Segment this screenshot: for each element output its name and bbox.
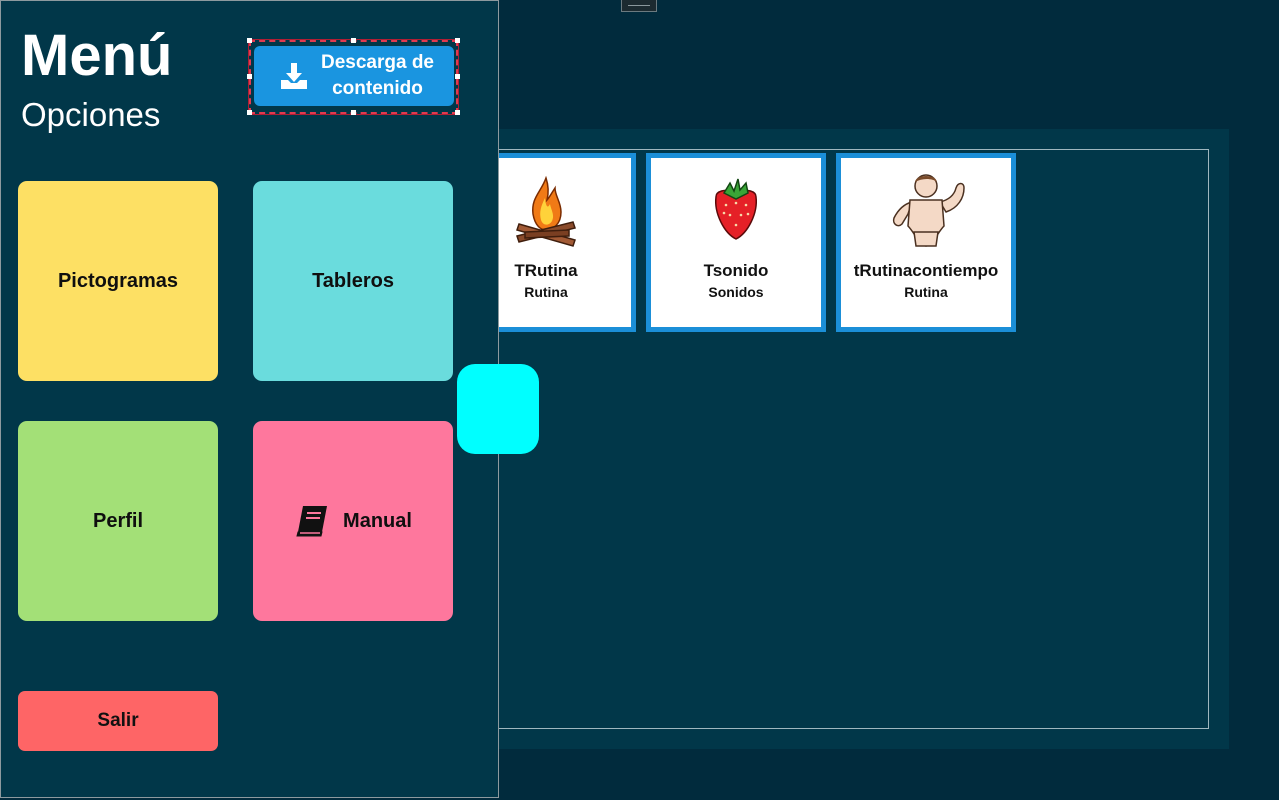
tableros-button[interactable]: Tableros — [253, 181, 453, 381]
resize-handle[interactable] — [247, 110, 252, 115]
resize-handle[interactable] — [455, 110, 460, 115]
tableros-label: Tableros — [312, 269, 394, 292]
resize-handle[interactable] — [247, 74, 252, 79]
resize-handle[interactable] — [455, 74, 460, 79]
card-category: Sonidos — [708, 284, 764, 300]
resize-handle[interactable] — [351, 38, 356, 43]
menu-title: Menú — [21, 23, 173, 88]
menu-toggle-button[interactable] — [457, 364, 539, 454]
top-drag-handle[interactable] — [621, 0, 657, 12]
resize-handle[interactable] — [455, 38, 460, 43]
perfil-button[interactable]: Perfil — [18, 421, 218, 621]
download-content-button[interactable]: Descarga de contenido — [254, 46, 454, 106]
strong-man-icon — [841, 170, 1011, 250]
pictogramas-label: Pictogramas — [57, 269, 179, 292]
book-icon — [296, 506, 328, 537]
board-card-trutinacontiempo[interactable]: tRutinacontiempo Rutina — [836, 153, 1016, 332]
download-icon — [281, 63, 307, 89]
board-card-tsonido[interactable]: Tsonido Sonidos — [646, 153, 826, 332]
salir-button[interactable]: Salir — [18, 691, 218, 751]
card-category: Rutina — [904, 284, 948, 300]
menu-subtitle: Opciones — [21, 96, 161, 133]
download-label-line1: Descarga de — [320, 52, 434, 73]
card-name: tRutinacontiempo — [853, 261, 999, 280]
pictogramas-button[interactable]: Pictogramas — [18, 181, 218, 381]
card-name: Tsonido — [703, 261, 769, 280]
perfil-label: Perfil — [92, 509, 144, 532]
manual-button[interactable]: Manual — [253, 421, 453, 621]
manual-label: Manual — [343, 509, 412, 532]
salir-label: Salir — [97, 710, 139, 731]
download-label-line2: contenido — [332, 78, 423, 99]
strawberry-icon — [651, 170, 821, 250]
resize-handle[interactable] — [351, 110, 356, 115]
resize-handle[interactable] — [247, 38, 252, 43]
download-label: Descarga de contenido — [315, 50, 440, 102]
